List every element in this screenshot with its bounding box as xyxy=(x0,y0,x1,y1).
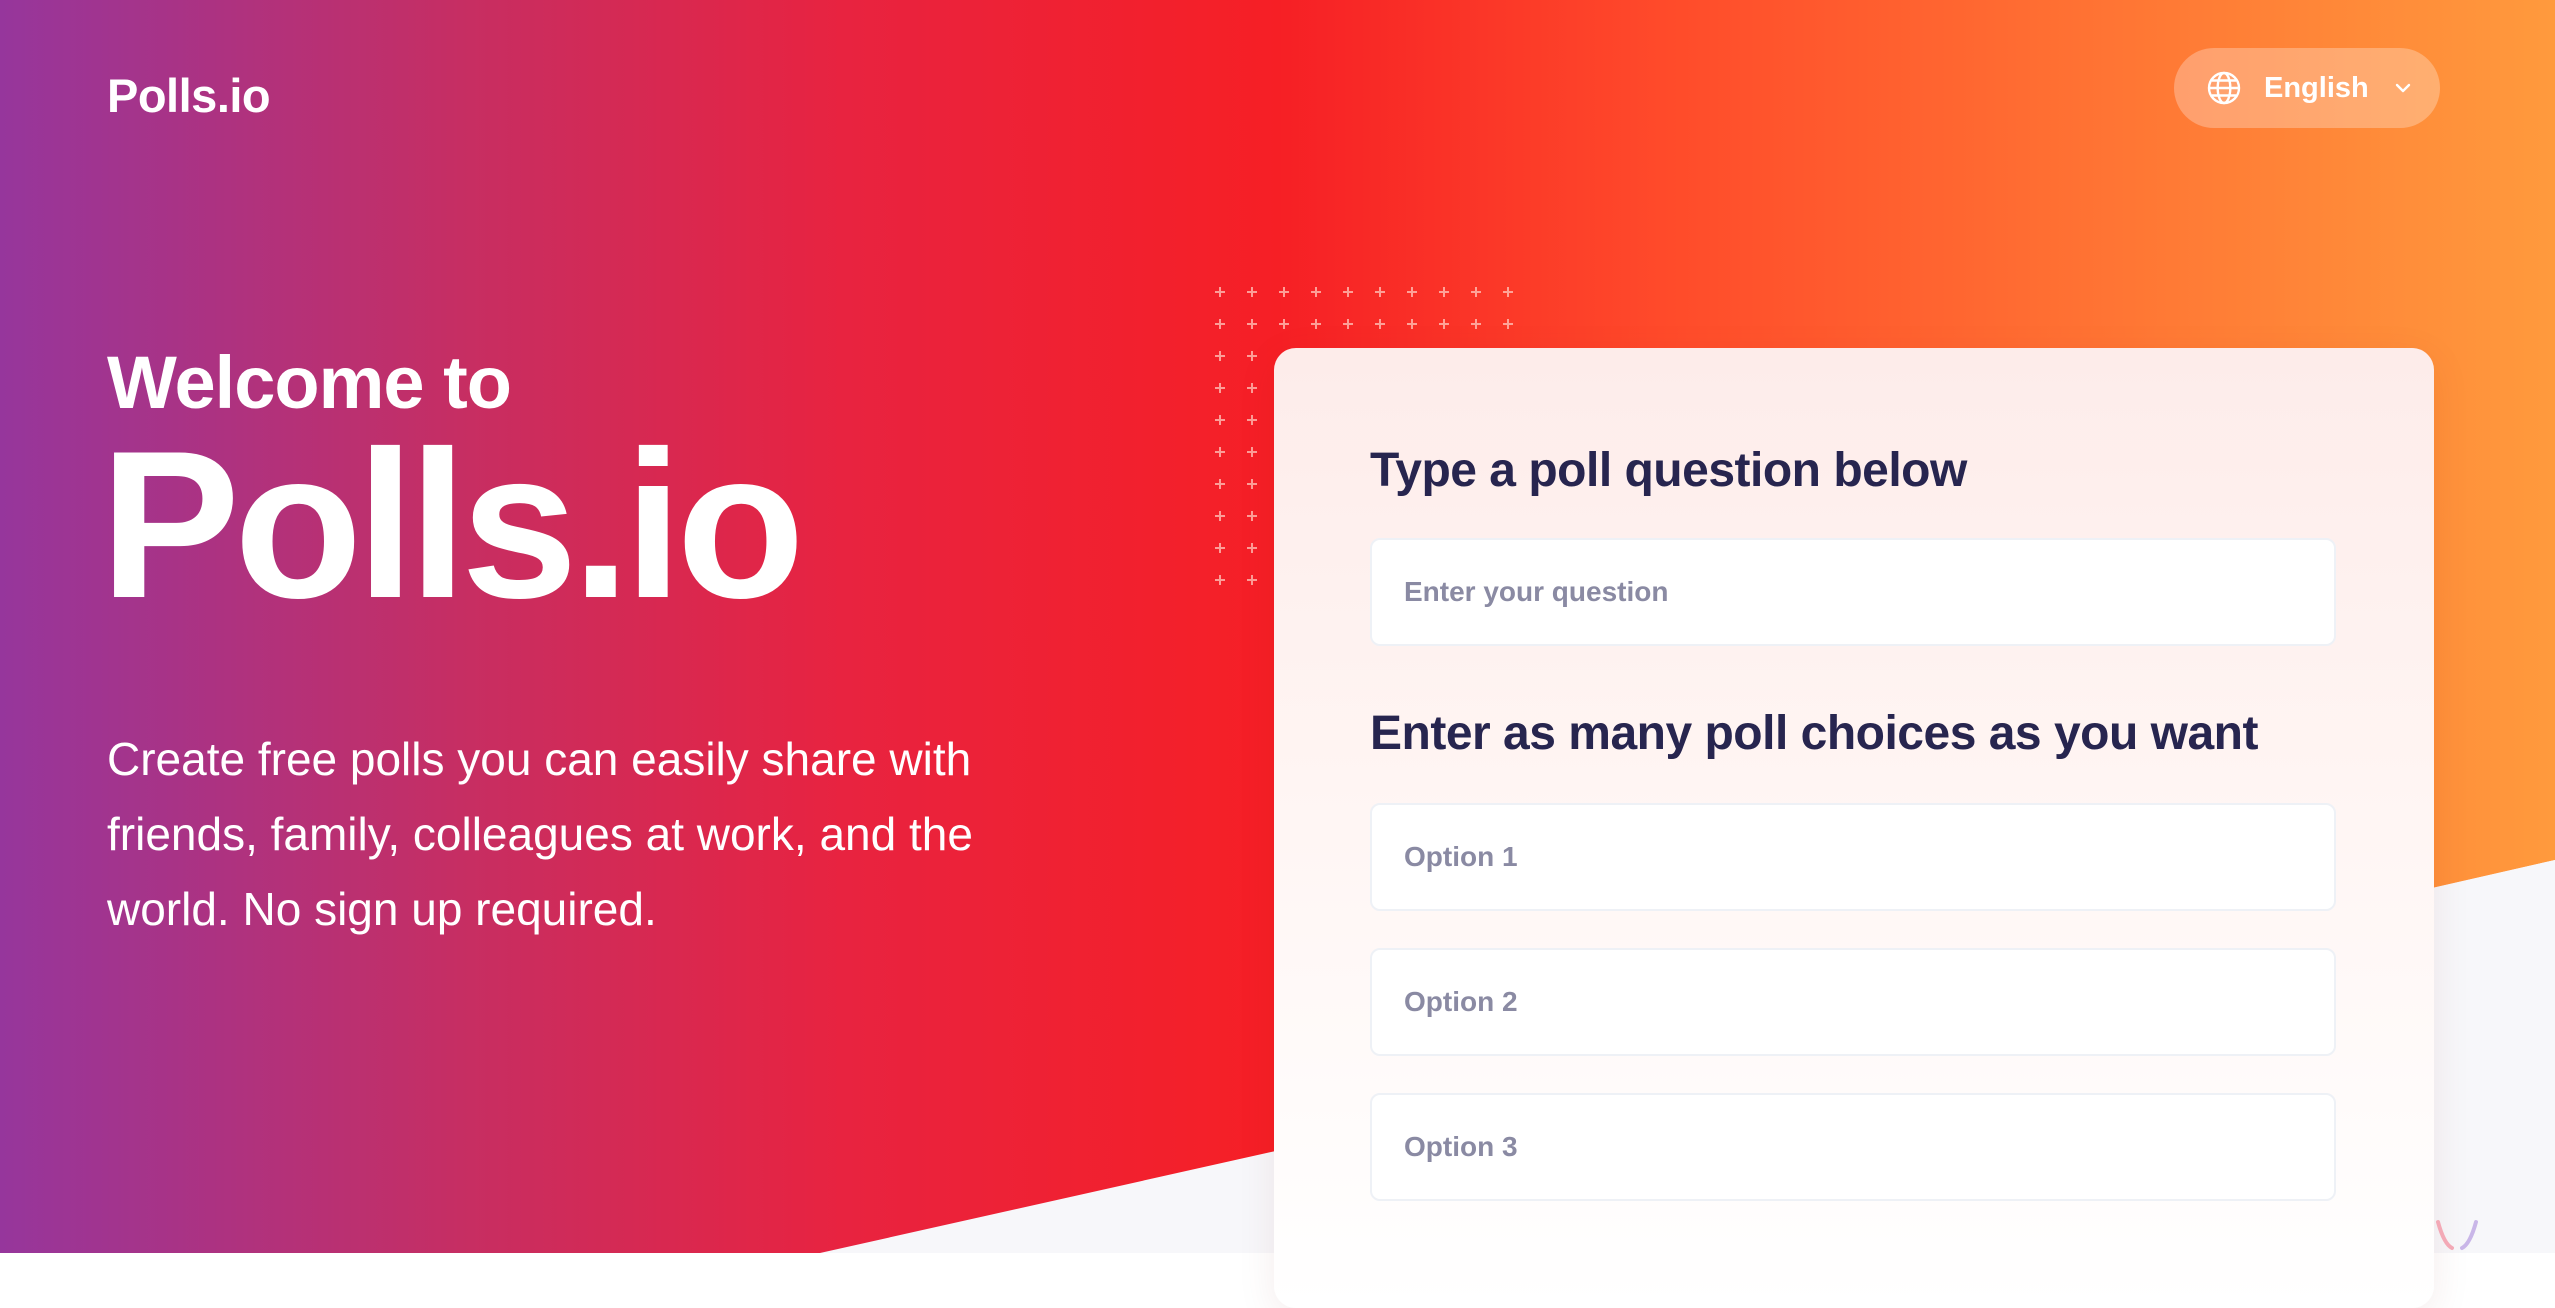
plus-mark xyxy=(1247,319,1257,329)
plus-mark xyxy=(1215,511,1225,521)
question-field[interactable] xyxy=(1370,538,2336,646)
plus-mark xyxy=(1215,447,1225,457)
language-selector-button[interactable]: English xyxy=(2174,48,2440,128)
plus-mark xyxy=(1279,287,1289,297)
plus-mark xyxy=(1375,319,1385,329)
hero-tagline: Create free polls you can easily share w… xyxy=(107,733,973,935)
plus-mark xyxy=(1375,287,1385,297)
brand-title: Polls.io xyxy=(100,407,805,642)
plus-mark xyxy=(1215,383,1225,393)
plus-mark xyxy=(1247,447,1257,457)
plus-mark xyxy=(1215,479,1225,489)
plus-mark xyxy=(1215,543,1225,553)
plus-mark xyxy=(1215,287,1225,297)
question-heading: Type a poll question below xyxy=(1370,444,1967,497)
option-2-input[interactable] xyxy=(1402,985,2304,1019)
plus-mark xyxy=(1247,543,1257,553)
plus-mark xyxy=(1343,287,1353,297)
plus-mark xyxy=(1247,479,1257,489)
plus-mark xyxy=(1311,319,1321,329)
plus-mark xyxy=(1247,511,1257,521)
plus-mark xyxy=(1247,383,1257,393)
plus-mark xyxy=(1215,575,1225,585)
plus-mark xyxy=(1471,319,1481,329)
plus-mark xyxy=(1503,319,1513,329)
option-field-2[interactable] xyxy=(1370,948,2336,1056)
chevron-down-icon xyxy=(2391,76,2415,100)
language-label: English xyxy=(2264,71,2369,104)
plus-mark xyxy=(1311,287,1321,297)
plus-mark xyxy=(1407,287,1417,297)
plus-mark xyxy=(1407,319,1417,329)
question-input[interactable] xyxy=(1402,575,2304,609)
plus-mark xyxy=(1439,319,1449,329)
site-logo[interactable]: Polls.io xyxy=(107,68,271,123)
plus-mark xyxy=(1343,319,1353,329)
globe-icon xyxy=(2206,70,2242,106)
plus-mark xyxy=(1215,319,1225,329)
plus-mark xyxy=(1247,575,1257,585)
plus-mark xyxy=(1439,287,1449,297)
option-field-1[interactable] xyxy=(1370,803,2336,911)
plus-mark xyxy=(1215,351,1225,361)
decorative-arcs xyxy=(2436,1220,2478,1250)
plus-mark xyxy=(1247,415,1257,425)
plus-mark xyxy=(1215,415,1225,425)
plus-mark xyxy=(1471,287,1481,297)
plus-mark xyxy=(1247,351,1257,361)
plus-mark xyxy=(1279,319,1289,329)
option-3-input[interactable] xyxy=(1402,1130,2304,1164)
option-1-input[interactable] xyxy=(1402,840,2304,874)
poll-form-card: Type a poll question below Enter as many… xyxy=(1274,348,2434,1308)
plus-mark xyxy=(1503,287,1513,297)
option-field-3[interactable] xyxy=(1370,1093,2336,1201)
plus-mark xyxy=(1247,287,1257,297)
choices-heading: Enter as many poll choices as you want xyxy=(1370,707,2258,760)
